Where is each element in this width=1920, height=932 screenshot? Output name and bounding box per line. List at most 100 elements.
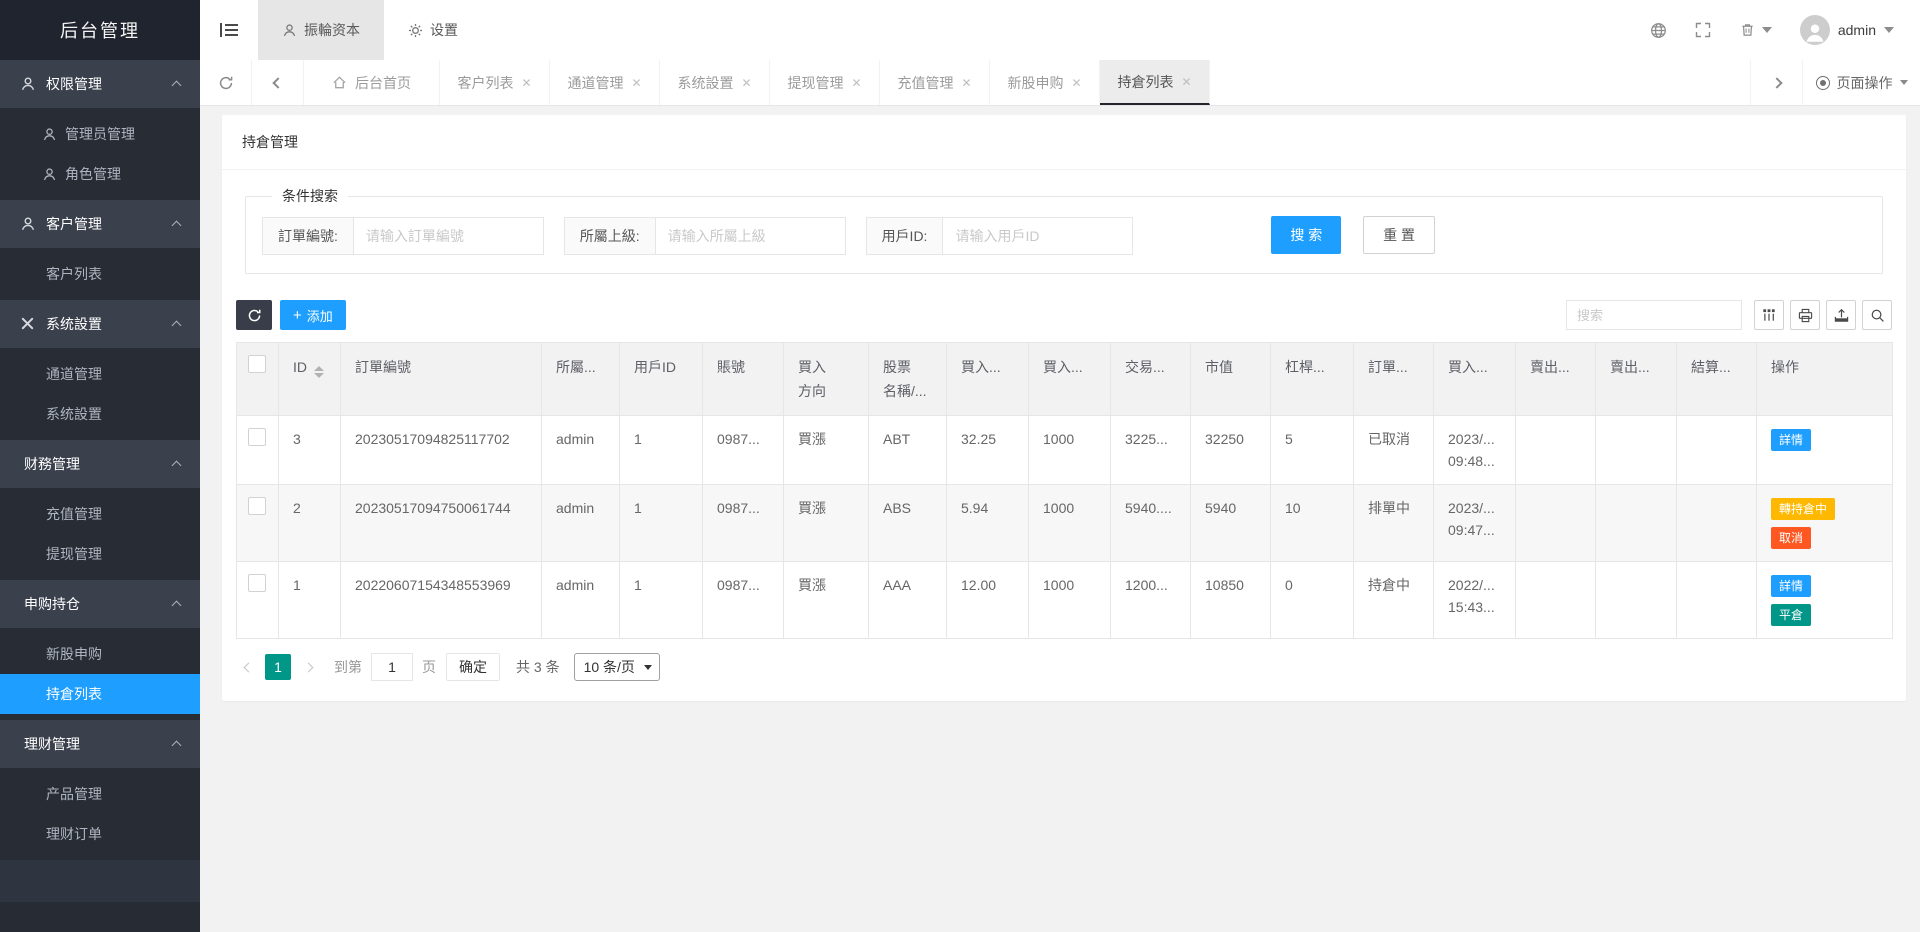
parent-input[interactable] xyxy=(656,217,846,255)
sidebar-item-product-management[interactable]: 产品管理 xyxy=(0,774,200,814)
sidebar-group-label: 客户管理 xyxy=(46,214,102,234)
sidebar-item-customer-list[interactable]: 客户列表 xyxy=(0,254,200,294)
cell-leverage: 0 xyxy=(1271,562,1354,639)
sidebar-item-recharge-management[interactable]: 充值管理 xyxy=(0,494,200,534)
user-menu[interactable]: admin xyxy=(1800,15,1894,45)
tab-withdraw-management[interactable]: 提现管理 ✕ xyxy=(770,60,880,105)
refresh-tab-icon[interactable] xyxy=(200,60,252,105)
tab-channel-management[interactable]: 通道管理 ✕ xyxy=(550,60,660,105)
cell-sell-price xyxy=(1516,416,1596,485)
detail-button[interactable]: 詳情 xyxy=(1771,429,1811,451)
tab-system-settings[interactable]: 系统設置 ✕ xyxy=(660,60,770,105)
col-direction: 買入方向 xyxy=(784,343,869,416)
toolbar-right xyxy=(1566,300,1892,330)
sidebar-item-channel-management[interactable]: 通道管理 xyxy=(0,354,200,394)
sidebar: 后台管理 权限管理 管理员管理 角色管理 客户管理 客户列表 xyxy=(0,0,200,932)
sidebar-submenu: 管理员管理 角色管理 xyxy=(0,108,200,200)
sort-icon[interactable] xyxy=(314,366,324,378)
scroll-tabs-left-icon[interactable] xyxy=(252,60,304,105)
cell-sell-time xyxy=(1596,485,1677,562)
collapse-sidebar-icon[interactable] xyxy=(200,0,258,60)
page-operations-dropdown[interactable]: 页面操作 xyxy=(1802,60,1920,105)
search-button[interactable]: 搜 索 xyxy=(1271,216,1341,254)
tab-recharge-management[interactable]: 充值管理 ✕ xyxy=(880,60,990,105)
close-icon[interactable]: ✕ xyxy=(961,76,971,90)
tab-home[interactable]: 后台首页 xyxy=(304,60,440,105)
cancel-button[interactable]: 取消 xyxy=(1771,527,1811,549)
close-icon[interactable]: ✕ xyxy=(1181,75,1191,89)
detail-button[interactable]: 詳情 xyxy=(1771,575,1811,597)
sidebar-group-system[interactable]: 系统設置 xyxy=(0,300,200,348)
sidebar-item-ipo-subscription[interactable]: 新股申购 xyxy=(0,634,200,674)
export-icon[interactable] xyxy=(1826,300,1856,330)
order-no-input[interactable] xyxy=(354,217,544,255)
col-buy-qty: 買入... xyxy=(1029,343,1111,416)
cell-user-id: 1 xyxy=(620,485,703,562)
user-id-input[interactable] xyxy=(943,217,1133,255)
chevron-up-icon xyxy=(172,601,182,611)
fullscreen-icon[interactable] xyxy=(1695,22,1712,39)
sidebar-item-position-list[interactable]: 持倉列表 xyxy=(0,674,200,714)
sidebar-group-finance[interactable]: 财務管理 xyxy=(0,440,200,488)
close-position-button[interactable]: 平倉 xyxy=(1771,604,1811,626)
tab-position-list[interactable]: 持倉列表 ✕ xyxy=(1100,60,1210,105)
confirm-page-button[interactable]: 确定 xyxy=(446,653,500,681)
next-page-icon[interactable] xyxy=(296,654,320,680)
topbar: 振輪资本 设置 admin xyxy=(200,0,1920,60)
refresh-table-button[interactable] xyxy=(236,300,272,330)
sidebar-item-system-settings[interactable]: 系统設置 xyxy=(0,394,200,434)
reset-button[interactable]: 重 置 xyxy=(1363,216,1435,254)
col-stock: 股票名稱/... xyxy=(869,343,947,416)
current-page[interactable]: 1 xyxy=(265,654,291,680)
prev-page-icon[interactable] xyxy=(236,654,260,680)
sidebar-group-positions[interactable]: 申购持仓 xyxy=(0,580,200,628)
goto-page-input[interactable] xyxy=(371,653,413,681)
row-checkbox[interactable] xyxy=(248,574,266,592)
language-globe-icon[interactable] xyxy=(1650,22,1667,39)
cell-stock: ABT xyxy=(869,416,947,485)
close-icon[interactable]: ✕ xyxy=(741,76,751,90)
sidebar-item-role-management[interactable]: 角色管理 xyxy=(0,154,200,194)
topbar-right: admin xyxy=(1650,0,1920,60)
close-icon[interactable]: ✕ xyxy=(631,76,641,90)
close-icon[interactable]: ✕ xyxy=(851,76,861,90)
filter-group-parent: 所屬上級: xyxy=(564,217,846,255)
table-search-input[interactable] xyxy=(1566,300,1742,330)
sidebar-item-wealth-orders[interactable]: 理财订单 xyxy=(0,814,200,854)
columns-filter-icon[interactable] xyxy=(1754,300,1784,330)
close-icon[interactable]: ✕ xyxy=(1071,76,1081,90)
transfer-position-button[interactable]: 轉持倉中 xyxy=(1771,498,1835,520)
select-all-checkbox[interactable] xyxy=(248,355,266,373)
row-checkbox[interactable] xyxy=(248,497,266,515)
trash-icon xyxy=(1740,22,1757,39)
col-buy-time: 買入... xyxy=(1434,343,1516,416)
workspace-tab-company[interactable]: 振輪资本 xyxy=(258,0,384,60)
workspace-tab-settings[interactable]: 设置 xyxy=(384,0,482,60)
sidebar-item-admin-management[interactable]: 管理员管理 xyxy=(0,114,200,154)
sidebar-item-withdraw-management[interactable]: 提现管理 xyxy=(0,534,200,574)
per-page-select[interactable]: 10 条/页 xyxy=(574,653,660,681)
chevron-up-icon xyxy=(172,81,182,91)
row-checkbox[interactable] xyxy=(248,428,266,446)
sidebar-group-permissions[interactable]: 权限管理 xyxy=(0,60,200,108)
col-user-id: 用戶ID xyxy=(620,343,703,416)
add-button[interactable]: + 添加 xyxy=(280,300,346,330)
sidebar-group-wealth[interactable]: 理财管理 xyxy=(0,720,200,768)
close-icon[interactable]: ✕ xyxy=(521,76,531,90)
positions-table: ID 訂單編號 所屬... 用戶ID 賬號 買入方向 股票名稱/... 買入..… xyxy=(236,342,1893,639)
search-zoom-icon[interactable] xyxy=(1862,300,1892,330)
sidebar-item-label: 系统設置 xyxy=(46,404,102,424)
tab-ipo-subscription[interactable]: 新股申购 ✕ xyxy=(990,60,1100,105)
cell-account: 0987... xyxy=(703,485,784,562)
col-buy-price: 買入... xyxy=(947,343,1029,416)
cell-market-value: 5940 xyxy=(1191,485,1271,562)
clear-cache-dropdown[interactable] xyxy=(1740,22,1772,39)
col-account: 賬號 xyxy=(703,343,784,416)
scroll-tabs-right-icon[interactable] xyxy=(1750,60,1802,105)
tab-customer-list[interactable]: 客户列表 ✕ xyxy=(440,60,550,105)
workspace-tab-label: 设置 xyxy=(430,20,458,40)
sidebar-item-label: 新股申购 xyxy=(46,644,102,664)
sidebar-group-customers[interactable]: 客户管理 xyxy=(0,200,200,248)
cell-direction: 買漲 xyxy=(784,485,869,562)
print-icon[interactable] xyxy=(1790,300,1820,330)
